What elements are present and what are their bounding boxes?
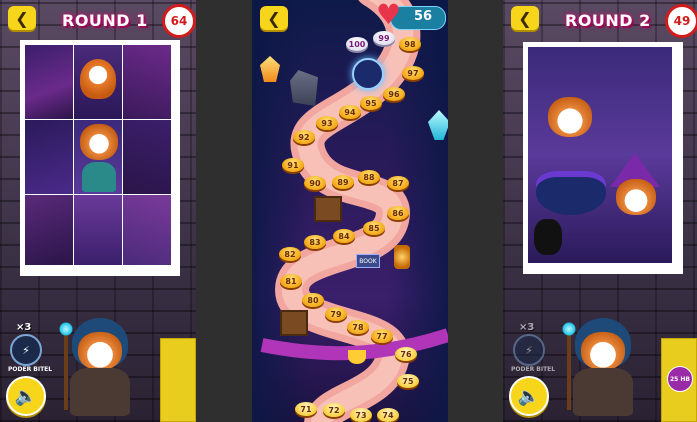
magic-staff	[567, 330, 571, 410]
signpost-label: BOOK	[359, 257, 377, 265]
level-node[interactable]: 78	[347, 320, 369, 334]
power-multiplier: ×3	[16, 322, 32, 333]
level-node[interactable]: 83	[304, 235, 326, 249]
puzzle-tile[interactable]	[123, 45, 171, 119]
staff-orb	[59, 322, 73, 336]
signpost: BOOK	[356, 254, 380, 268]
level-node[interactable]: 93	[316, 116, 338, 130]
level-node[interactable]: 82	[279, 247, 301, 261]
player-marker	[352, 58, 384, 90]
level-node[interactable]: 72	[323, 403, 345, 417]
speaker-icon: 🔈	[517, 385, 541, 407]
puzzle-tile[interactable]	[25, 120, 73, 194]
level-node[interactable]: 77	[371, 329, 393, 343]
back-button[interactable]: ❮	[8, 6, 36, 30]
puzzle-tile[interactable]	[74, 45, 122, 119]
lantern-icon	[394, 245, 410, 269]
sound-button[interactable]: 🔈	[509, 376, 549, 416]
level-node[interactable]: 71	[295, 402, 317, 416]
hamster-body-piece	[82, 162, 116, 192]
hb-badge-label: 25 HB	[669, 375, 691, 383]
speaker-icon: 🔈	[14, 385, 38, 407]
level-node[interactable]: 76	[395, 347, 417, 361]
heart-icon: ♥	[376, 0, 402, 31]
hamster-face-piece	[80, 124, 118, 160]
cat-image	[534, 219, 562, 255]
level-node[interactable]: 97	[402, 66, 424, 80]
puzzle-tile[interactable]	[123, 120, 171, 194]
power-label: PODER BITEL	[511, 366, 556, 373]
level-node[interactable]: 84	[333, 229, 355, 243]
hamster-hat-piece	[80, 59, 116, 99]
level-node[interactable]: 74	[377, 408, 399, 422]
chevron-left-icon: ❮	[15, 8, 29, 28]
level-node[interactable]: 85	[363, 221, 385, 235]
level-map-screen: BOOK ❮ ♥ 56 100 99 98 97 96 95 94 93 92 …	[252, 0, 448, 422]
level-node[interactable]: 94	[339, 105, 361, 119]
moves-counter: 64	[162, 4, 196, 38]
chevron-left-icon: ❮	[267, 8, 281, 28]
back-button[interactable]: ❮	[511, 6, 539, 30]
round-title: ROUND 2	[565, 11, 651, 30]
level-node[interactable]: 91	[282, 158, 304, 172]
magic-staff	[64, 330, 68, 410]
puzzle-tile[interactable]	[25, 195, 73, 265]
moves-counter: 49	[665, 4, 697, 38]
hamster-wizard-image	[548, 97, 592, 137]
power-bitel-button[interactable]: ⚡	[513, 334, 545, 366]
puzzle-board	[525, 44, 681, 272]
cauldron-icon	[348, 350, 366, 364]
staff-orb	[562, 322, 576, 336]
round1-screen: ❮ ROUND 1 64 ×3 ⚡ PODER BITEL 🔈	[0, 0, 196, 422]
power-label: PODER BITEL	[8, 366, 53, 373]
level-node[interactable]: 87	[387, 176, 409, 190]
chevron-left-icon: ❮	[518, 8, 532, 28]
level-node[interactable]: 75	[397, 374, 419, 388]
crate-icon	[314, 196, 342, 222]
hamster-witch-image	[616, 179, 656, 215]
cauldron-image	[536, 171, 606, 215]
round2-screen: ❮ ROUND 2 49 ×3 ⚡ PODER BITEL 🔈 25 HB	[503, 0, 697, 422]
hamster-wizard	[565, 318, 643, 418]
level-node[interactable]: 79	[325, 307, 347, 321]
level-node[interactable]: 95	[360, 96, 382, 110]
level-node[interactable]: 88	[358, 170, 380, 184]
puzzle-board	[22, 42, 178, 274]
round-title: ROUND 1	[62, 11, 148, 30]
level-node[interactable]: 90	[304, 176, 326, 190]
back-button[interactable]: ❮	[260, 6, 288, 30]
level-node[interactable]: 98	[399, 37, 421, 51]
bolt-icon: ⚡	[525, 343, 533, 357]
power-multiplier: ×3	[519, 322, 535, 333]
level-node[interactable]: 99	[373, 31, 395, 45]
puzzle-tile[interactable]	[74, 120, 122, 194]
power-bitel-button[interactable]: ⚡	[10, 334, 42, 366]
hint-panel	[160, 338, 196, 422]
completed-picture	[528, 47, 672, 263]
puzzle-tile[interactable]	[74, 195, 122, 265]
level-node[interactable]: 92	[293, 130, 315, 144]
level-node[interactable]: 80	[302, 293, 324, 307]
hamster-wizard	[62, 318, 140, 418]
lives-count: 56	[414, 9, 433, 24]
level-node[interactable]: 89	[332, 175, 354, 189]
crate-icon	[280, 310, 308, 336]
level-node[interactable]: 96	[383, 87, 405, 101]
bolt-icon: ⚡	[22, 343, 30, 357]
level-node[interactable]: 86	[387, 206, 409, 220]
puzzle-tile[interactable]	[25, 45, 73, 119]
puzzle-tile[interactable]	[123, 195, 171, 265]
level-node[interactable]: 81	[280, 274, 302, 288]
sound-button[interactable]: 🔈	[6, 376, 46, 416]
level-node[interactable]: 73	[350, 408, 372, 422]
hb-badge[interactable]: 25 HB	[667, 366, 693, 392]
level-node[interactable]: 100	[346, 37, 368, 51]
